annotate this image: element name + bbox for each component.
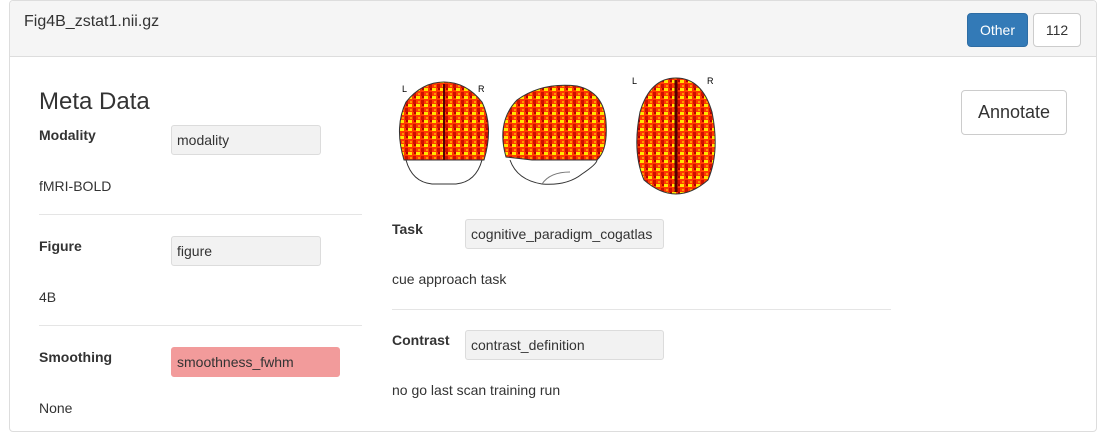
left-label-axial: L — [632, 76, 638, 86]
figure-label: Figure — [39, 238, 82, 254]
figure-input[interactable]: figure — [171, 236, 321, 266]
task-input[interactable]: cognitive_paradigm_cogatlas — [465, 219, 664, 249]
right-label: R — [478, 84, 485, 94]
meta-data-title: Meta Data — [39, 88, 150, 115]
left-label: L — [402, 84, 408, 94]
divider — [39, 325, 362, 326]
category-button[interactable]: Other — [967, 13, 1028, 47]
modality-input[interactable]: modality — [171, 125, 321, 155]
count-button[interactable]: 112 — [1033, 13, 1081, 47]
modality-label: Modality — [39, 127, 96, 143]
axial-view — [636, 77, 716, 195]
smoothing-label: Smoothing — [39, 349, 113, 365]
sagittal-view — [502, 84, 607, 185]
figure-value: 4B — [39, 289, 57, 305]
panel-title: Fig4B_zstat1.nii.gz — [24, 13, 160, 30]
panel-heading: Fig4B_zstat1.nii.gz Other 112 — [10, 1, 1096, 57]
task-label: Task — [392, 221, 423, 237]
brain-glass-image — [399, 77, 716, 195]
contrast-value: no go last scan training run — [392, 382, 561, 398]
annotate-button[interactable]: Annotate — [961, 90, 1067, 135]
divider — [392, 309, 891, 310]
divider — [39, 214, 362, 215]
task-value: cue approach task — [392, 271, 507, 287]
smoothing-value: None — [39, 400, 73, 416]
contrast-input[interactable]: contrast_definition — [465, 330, 664, 360]
smoothing-input[interactable]: smoothness_fwhm — [171, 347, 340, 377]
contrast-label: Contrast — [392, 332, 450, 348]
modality-value: fMRI-BOLD — [39, 178, 112, 194]
coronal-view — [399, 81, 489, 185]
right-label-axial: R — [707, 76, 714, 86]
